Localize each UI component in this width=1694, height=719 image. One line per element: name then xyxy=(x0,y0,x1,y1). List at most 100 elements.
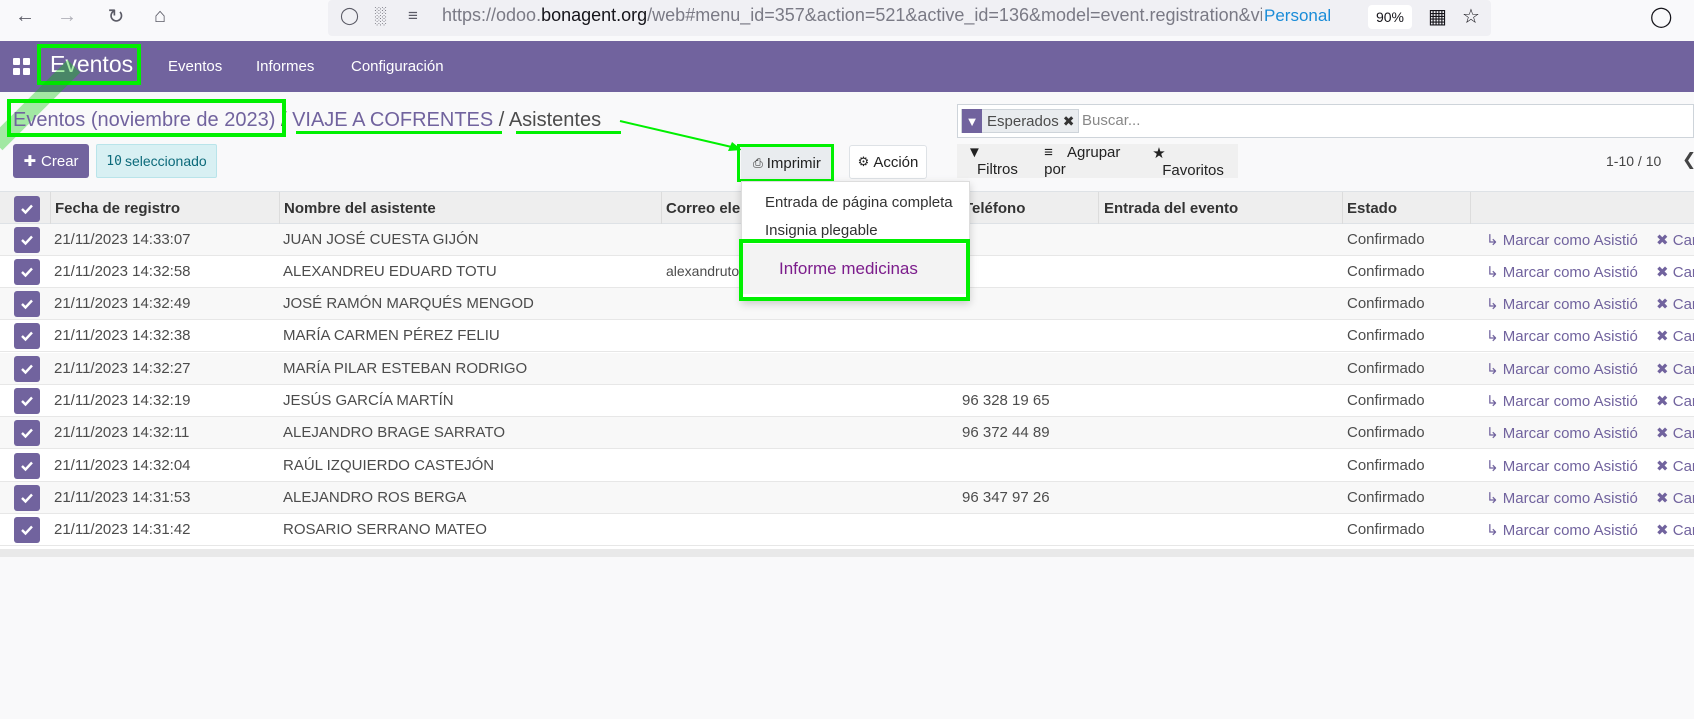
mark-attended-button[interactable]: ↳ Marcar como Asistió xyxy=(1486,263,1638,281)
cell-state: Confirmado xyxy=(1347,489,1425,506)
row-checkbox[interactable] xyxy=(14,291,40,317)
cancel-button[interactable]: ✖ Can xyxy=(1656,521,1694,539)
row-checkbox[interactable] xyxy=(14,517,40,543)
back-icon[interactable]: ← xyxy=(13,4,37,28)
cell-name: JUAN JOSÉ CUESTA GIJÓN xyxy=(283,231,479,248)
pocket-icon[interactable]: ◯ xyxy=(1650,4,1672,29)
mark-attended-button[interactable]: ↳ Marcar como Asistió xyxy=(1486,424,1638,442)
print-item-badge[interactable]: Insignia plegable xyxy=(765,222,878,239)
cell-state: Confirmado xyxy=(1347,360,1425,377)
row-checkbox[interactable] xyxy=(14,323,40,349)
cancel-button[interactable]: ✖ Can xyxy=(1656,457,1694,475)
col-state[interactable]: Estado xyxy=(1347,200,1397,217)
close-icon: ✖ xyxy=(1656,490,1669,507)
action-button[interactable]: ⚙ Acción xyxy=(849,145,927,179)
cancel-button[interactable]: ✖ Can xyxy=(1656,263,1694,281)
cell-date: 21/11/2023 14:32:27 xyxy=(54,360,191,377)
select-all-checkbox[interactable] xyxy=(14,196,40,222)
mark-attended-button[interactable]: ↳ Marcar como Asistió xyxy=(1486,521,1638,539)
print-button[interactable]: ⎙ Imprimir xyxy=(741,146,833,180)
row-checkbox[interactable] xyxy=(14,227,40,253)
mark-attended-label: Marcar como Asistió xyxy=(1502,522,1638,539)
search-facet[interactable]: ▼ Esperados ✖ xyxy=(961,109,1080,133)
underline-current xyxy=(516,131,621,134)
container-label[interactable]: Personal xyxy=(1264,6,1331,26)
reload-icon[interactable]: ↻ xyxy=(104,4,128,28)
cancel-label: Can xyxy=(1672,296,1694,313)
row-checkbox[interactable] xyxy=(14,259,40,285)
mark-attended-button[interactable]: ↳ Marcar como Asistió xyxy=(1486,457,1638,475)
row-checkbox[interactable] xyxy=(14,485,40,511)
col-name[interactable]: Nombre del asistente xyxy=(284,200,436,217)
lock-icon[interactable]: ░ xyxy=(374,6,386,26)
col-ticket[interactable]: Entrada del evento xyxy=(1104,200,1238,217)
cancel-button[interactable]: ✖ Can xyxy=(1656,295,1694,313)
pager-value[interactable]: 1-10 / 10 xyxy=(1606,153,1661,169)
print-item-full-ticket[interactable]: Entrada de página completa xyxy=(765,194,953,211)
cancel-button[interactable]: ✖ Can xyxy=(1656,424,1694,442)
col-phone[interactable]: Teléfono xyxy=(964,200,1025,217)
mark-attended-button[interactable]: ↳ Marcar como Asistió xyxy=(1486,360,1638,378)
mark-attended-button[interactable]: ↳ Marcar como Asistió xyxy=(1486,392,1638,410)
zoom-level[interactable]: 90% xyxy=(1368,5,1412,29)
mark-attended-label: Marcar como Asistió xyxy=(1502,425,1638,442)
create-button[interactable]: ✚ Crear xyxy=(13,144,89,178)
table-row[interactable]: 21/11/2023 14:32:38 MARÍA CARMEN PÉREZ FE… xyxy=(0,320,1694,352)
arrow-in-icon: ↳ xyxy=(1486,264,1499,281)
cell-date: 21/11/2023 14:32:11 xyxy=(54,424,190,441)
mark-attended-button[interactable]: ↳ Marcar como Asistió xyxy=(1486,489,1638,507)
cancel-button[interactable]: ✖ Can xyxy=(1656,392,1694,410)
col-email[interactable]: Correo ele xyxy=(666,200,740,217)
menu-configuracion[interactable]: Configuración xyxy=(351,58,444,75)
apps-menu-icon[interactable] xyxy=(13,58,31,76)
extensions-icon[interactable]: ▦ xyxy=(1428,4,1447,29)
selection-counter[interactable]: 10 seleccionado xyxy=(96,144,217,178)
cancel-button[interactable]: ✖ Can xyxy=(1656,327,1694,345)
row-checkbox[interactable] xyxy=(14,453,40,479)
home-icon[interactable]: ⌂ xyxy=(148,4,172,28)
breadcrumb-event[interactable]: VIAJE A COFRENTES xyxy=(292,109,493,131)
cancel-button[interactable]: ✖ Can xyxy=(1656,489,1694,507)
row-checkbox[interactable] xyxy=(14,388,40,414)
menu-eventos[interactable]: Eventos xyxy=(168,58,222,75)
table-row[interactable]: 21/11/2023 14:32:04 RAÚL IZQUIERDO CASTEJ… xyxy=(0,450,1694,482)
menu-informes[interactable]: Informes xyxy=(256,58,314,75)
row-checkbox[interactable] xyxy=(14,356,40,382)
table-row[interactable]: 21/11/2023 14:32:27 MARÍA PILAR ESTEBAN R… xyxy=(0,353,1694,385)
cell-date: 21/11/2023 14:32:04 xyxy=(54,457,191,474)
print-item-medicines[interactable]: Informe medicinas xyxy=(743,244,970,294)
mark-attended-button[interactable]: ↳ Marcar como Asistió xyxy=(1486,295,1638,313)
forward-icon[interactable]: → xyxy=(55,4,79,28)
search-bar[interactable]: ▼ Esperados ✖ Buscar... xyxy=(957,104,1694,138)
permissions-icon[interactable]: ≡ xyxy=(408,6,418,26)
table-row[interactable]: 21/11/2023 14:32:19 JESÚS GARCÍA MARTÍN 96… xyxy=(0,385,1694,417)
cell-date: 21/11/2023 14:32:49 xyxy=(54,295,191,312)
shield-icon[interactable]: ◯ xyxy=(340,6,359,26)
table-row[interactable]: 21/11/2023 14:32:11 ALEJANDRO BRAGE SARRA… xyxy=(0,417,1694,449)
col-date[interactable]: Fecha de registro xyxy=(55,200,180,217)
url-text[interactable]: https://odoo.bonagent.org/web#menu_id=35… xyxy=(442,5,1262,26)
breadcrumb-events[interactable]: Eventos (noviembre de 2023) xyxy=(13,109,275,131)
cancel-label: Can xyxy=(1672,328,1694,345)
table-row[interactable]: 21/11/2023 14:31:53 ALEJANDRO ROS BERGA 96… xyxy=(0,482,1694,514)
remove-facet-icon[interactable]: ✖ xyxy=(1063,113,1079,130)
cancel-label: Can xyxy=(1672,425,1694,442)
cell-state: Confirmado xyxy=(1347,457,1425,474)
cell-name: ALEXANDREU EDUARD TOTU xyxy=(283,263,497,280)
filters-button[interactable]: ▼ Filtros xyxy=(967,144,1034,178)
close-icon: ✖ xyxy=(1656,361,1669,378)
breadcrumb-separator: / xyxy=(280,109,287,131)
mark-attended-button[interactable]: ↳ Marcar como Asistió xyxy=(1486,231,1638,249)
table-row[interactable]: 21/11/2023 14:31:42 ROSARIO SERRANO MATEO… xyxy=(0,514,1694,546)
cell-phone: 96 347 97 26 xyxy=(962,489,1050,506)
bookmark-star-icon[interactable]: ☆ xyxy=(1462,4,1480,29)
row-checkbox[interactable] xyxy=(14,420,40,446)
mark-attended-button[interactable]: ↳ Marcar como Asistió xyxy=(1486,327,1638,345)
cancel-button[interactable]: ✖ Can xyxy=(1656,231,1694,249)
cancel-button[interactable]: ✖ Can xyxy=(1656,360,1694,378)
favorites-button[interactable]: ★ Favoritos xyxy=(1152,144,1238,179)
annotation-arrow xyxy=(619,120,742,151)
groupby-button[interactable]: ≡ Agrupar por xyxy=(1044,144,1142,178)
search-input[interactable]: Buscar... xyxy=(1082,112,1140,129)
chevron-left-icon[interactable]: ❮ xyxy=(1682,150,1694,170)
